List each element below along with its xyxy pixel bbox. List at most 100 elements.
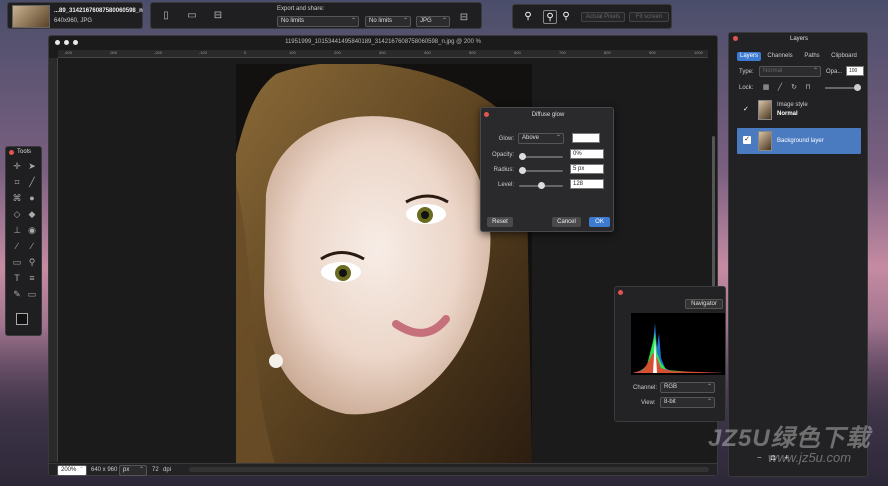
tab-layers[interactable]: Layers (737, 52, 761, 61)
file-info-bar: ...89_31421676087580060598_n 640x960, JP… (7, 2, 143, 29)
opacity-field[interactable]: 0% (570, 149, 604, 159)
rectangle-tool-icon[interactable]: ▭ (26, 288, 38, 300)
horizontal-scrollbar[interactable] (189, 467, 709, 472)
export-height-select[interactable]: No limits (365, 16, 411, 27)
export-bar: ▯ ▭ ⊟ Export and share: No limits No lim… (150, 2, 482, 29)
layer-visibility-check[interactable]: ✓ (743, 136, 751, 144)
zoom-in-icon[interactable]: ⚲ (543, 10, 557, 24)
level-label: Level: (497, 182, 514, 188)
level-slider-knob[interactable] (538, 182, 545, 189)
cancel-button[interactable]: Cancel (552, 217, 581, 227)
opacity-slider[interactable] (519, 153, 563, 160)
level-slider[interactable] (519, 182, 563, 189)
layer-row-background[interactable]: ✓ Background layer (737, 128, 861, 154)
layer-fill-knob[interactable] (854, 84, 861, 91)
export-format-select[interactable]: JPG (416, 16, 450, 27)
magnify-tool-icon[interactable]: ⚲ (26, 256, 38, 268)
text-tool-icon[interactable]: T (11, 272, 23, 284)
eyedropper-tool-icon[interactable]: ∕ (11, 240, 23, 252)
eye-tool-icon[interactable]: ◉ (26, 224, 38, 236)
lock-pixels-icon[interactable]: ▦ (759, 81, 773, 95)
opacity-slider-knob[interactable] (519, 153, 526, 160)
vertical-scrollbar[interactable] (712, 136, 715, 296)
layer-visibility-check[interactable]: ✓ (743, 105, 749, 113)
export-icon[interactable]: ⊟ (457, 11, 471, 25)
new-document-icon[interactable]: ▯ (159, 9, 173, 23)
radius-field[interactable]: 5 px (570, 164, 604, 174)
ruler-tick: 500 (469, 50, 476, 55)
watermark-logo: JZ5U绿色下载 (708, 425, 871, 452)
ruler-tick: -400 (64, 50, 73, 55)
add-layer-icon[interactable]: − (757, 453, 762, 462)
pen-tool-icon[interactable]: ∕ (26, 240, 38, 252)
glow-color-swatch[interactable] (572, 133, 600, 143)
layer-opacity-field[interactable]: 100 (846, 66, 864, 76)
radius-slider-knob[interactable] (519, 167, 526, 174)
tab-clipboard[interactable]: Clipboard (827, 52, 861, 61)
layer-fill-slider[interactable] (825, 84, 861, 91)
tools-panel: Tools ✛ ➤ ⌗ ╱ ⌘ ● ◇ ◆ ⊥ ◉ ∕ ∕ ▭ ⚲ T ≡ ✎ … (5, 146, 42, 336)
open-folder-icon[interactable]: ▭ (185, 9, 199, 23)
view-select[interactable]: 8-bit (660, 397, 715, 408)
status-bar: 200% 640 x 960 px 72 dpi (49, 463, 717, 476)
navigator-panel: Navigator Channel: RGB View: 8-bit (614, 286, 726, 422)
dialog-title: Diffuse glow (531, 112, 565, 118)
file-thumbnail[interactable] (12, 5, 50, 28)
ruler-tick: -100 (199, 50, 208, 55)
fill-tool-icon[interactable]: ◆ (26, 208, 38, 220)
zoom-out-icon[interactable]: ⚲ (559, 10, 573, 24)
document-title: 11951999_1015344149584018​9_314216760875… (285, 39, 481, 45)
crop-tool-icon[interactable]: ⌗ (11, 176, 23, 188)
foreground-color-swatch[interactable] (16, 313, 28, 325)
navigator-close-icon[interactable] (618, 290, 623, 295)
ruler-tick: 100 (289, 50, 296, 55)
select-arrow-icon[interactable]: ➤ (26, 160, 38, 172)
ok-button[interactable]: OK (589, 217, 610, 227)
view-label: View: (641, 400, 656, 406)
export-width-select[interactable]: No limits (277, 16, 359, 27)
reset-button[interactable]: Reset (487, 217, 513, 227)
brush-tool-icon[interactable]: ╱ (26, 176, 38, 188)
layer-row-image-style[interactable]: ✓ Image style Normal (737, 97, 861, 123)
layers-title: Layers (789, 36, 808, 42)
ruler-tick: 0 (244, 50, 247, 55)
actual-pixels-button[interactable]: Actual Pixels (581, 12, 625, 22)
view-bar: ⚲ ⚲ ⚲ Actual Pixels Fit screen (512, 4, 672, 29)
lock-brush-icon[interactable]: ╱ (773, 81, 787, 95)
drop-tool-icon[interactable]: ● (26, 192, 38, 204)
channel-select[interactable]: RGB (660, 382, 715, 393)
zoom-field[interactable]: 200% (57, 465, 87, 476)
tab-paths[interactable]: Paths (801, 52, 823, 61)
level-field[interactable]: 128 (570, 179, 604, 189)
transform-tool-icon[interactable]: ⌘ (11, 192, 23, 204)
radius-slider[interactable] (519, 167, 563, 174)
lock-all-icon[interactable]: ⊓ (801, 81, 815, 95)
vertical-ruler (49, 58, 58, 462)
gradient-tool-icon[interactable]: ▭ (11, 256, 23, 268)
opacity-label: Opacity: (491, 152, 514, 158)
blend-mode-select[interactable]: Normal (759, 66, 821, 77)
watermark-url: www.jz5u.com (768, 450, 852, 465)
zoom-icon[interactable]: ⚲ (521, 10, 535, 24)
export-title: Export and share: (277, 6, 325, 12)
tools-title: Tools (17, 149, 32, 155)
pencil-tool-icon[interactable]: ✎ (11, 288, 23, 300)
histogram (631, 313, 725, 375)
layer-name: Image style (777, 102, 808, 108)
eraser-tool-icon[interactable]: ◇ (11, 208, 23, 220)
unit-select[interactable]: px (119, 465, 147, 476)
lines-tool-icon[interactable]: ≡ (26, 272, 38, 284)
stamp-tool-icon[interactable]: ⊥ (11, 224, 23, 236)
lock-position-icon[interactable]: ↻ (787, 81, 801, 95)
tools-close-icon[interactable] (9, 150, 14, 155)
layers-panel: Layers Layers Channels Paths Clipboard T… (728, 32, 868, 477)
image-size: 640 x 960 (91, 467, 118, 473)
glow-mode-select[interactable]: Above (518, 133, 564, 144)
glow-label: Glow: (498, 136, 514, 142)
dpi-label: dpi (163, 467, 172, 473)
save-tray-icon[interactable]: ⊟ (211, 9, 225, 23)
navigator-tab[interactable]: Navigator (685, 299, 723, 309)
tab-channels[interactable]: Channels (765, 52, 795, 61)
fit-screen-button[interactable]: Fit screen (629, 12, 669, 22)
move-tool-icon[interactable]: ✛ (11, 160, 23, 172)
